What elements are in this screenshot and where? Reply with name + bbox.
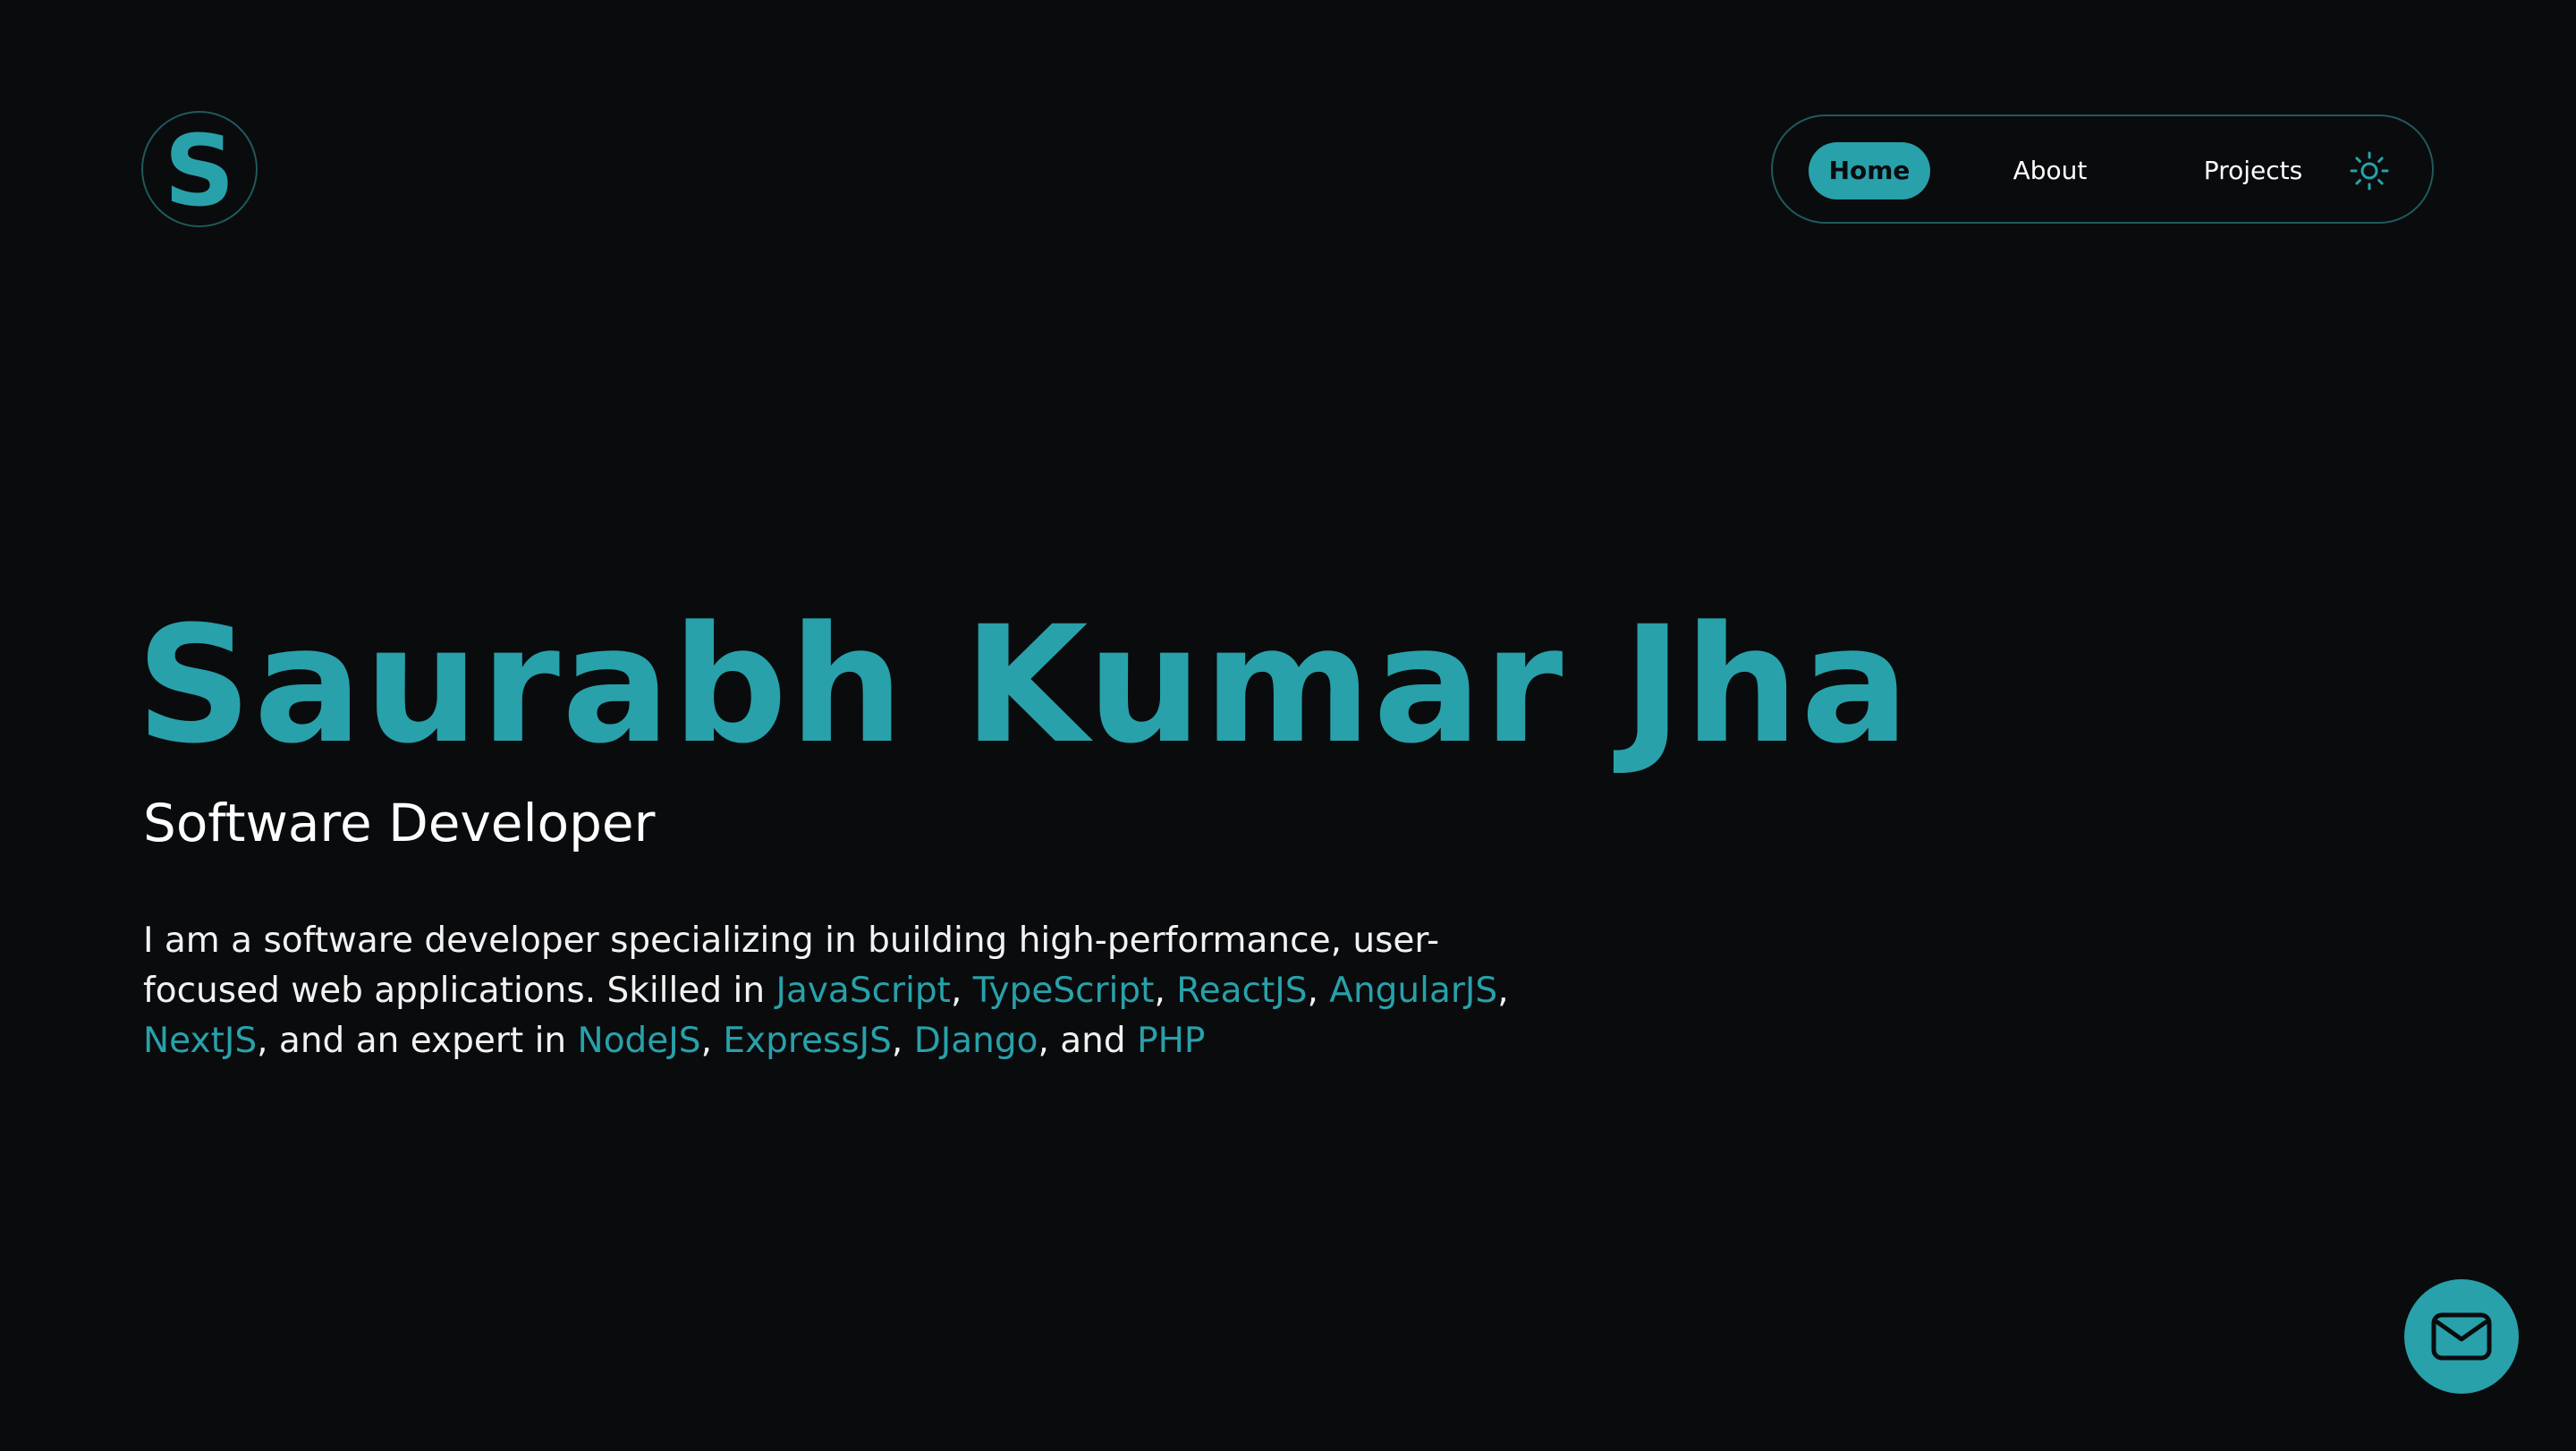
nav-about[interactable]: About	[1987, 142, 2113, 199]
logo-letter: S	[164, 114, 235, 228]
bio-expert-prefix: , and an expert in	[257, 1021, 578, 1061]
hero-role: Software Developer	[143, 793, 656, 853]
logo[interactable]: S	[141, 111, 258, 227]
nav-bar: Home About Projects	[1771, 115, 2434, 224]
bio-separator: ,	[1307, 971, 1330, 1011]
hero-bio: I am a software developer specializing i…	[143, 916, 1538, 1066]
bio-and: , and	[1038, 1021, 1138, 1061]
skill-javascript: JavaScript	[775, 971, 951, 1011]
bio-separator: ,	[950, 971, 973, 1011]
expert-expressjs: ExpressJS	[723, 1021, 892, 1061]
theme-toggle-sun-icon[interactable]	[2349, 150, 2390, 191]
skill-typescript: TypeScript	[972, 971, 1155, 1011]
expert-nodejs: NodeJS	[577, 1021, 701, 1061]
skill-reactjs: ReactJS	[1176, 971, 1308, 1011]
skill-angularjs: AngularJS	[1329, 971, 1498, 1011]
bio-separator: ,	[1154, 971, 1177, 1011]
expert-php: PHP	[1137, 1021, 1206, 1061]
bio-separator: ,	[891, 1021, 914, 1061]
bio-separator: ,	[700, 1021, 724, 1061]
page: S Home About Projects Saurabh Kumar Jha …	[0, 0, 2576, 1451]
expert-django: DJango	[913, 1021, 1038, 1061]
hero-name: Saurabh Kumar Jha	[136, 592, 1911, 779]
skill-nextjs: NextJS	[143, 1021, 258, 1061]
sun-icon	[2350, 151, 2389, 191]
contact-mail-button[interactable]	[2404, 1279, 2519, 1394]
mail-icon	[2431, 1312, 2492, 1361]
nav-home[interactable]: Home	[1809, 142, 1930, 199]
bio-separator: ,	[1497, 971, 1509, 1011]
nav-projects[interactable]: Projects	[2177, 142, 2329, 199]
